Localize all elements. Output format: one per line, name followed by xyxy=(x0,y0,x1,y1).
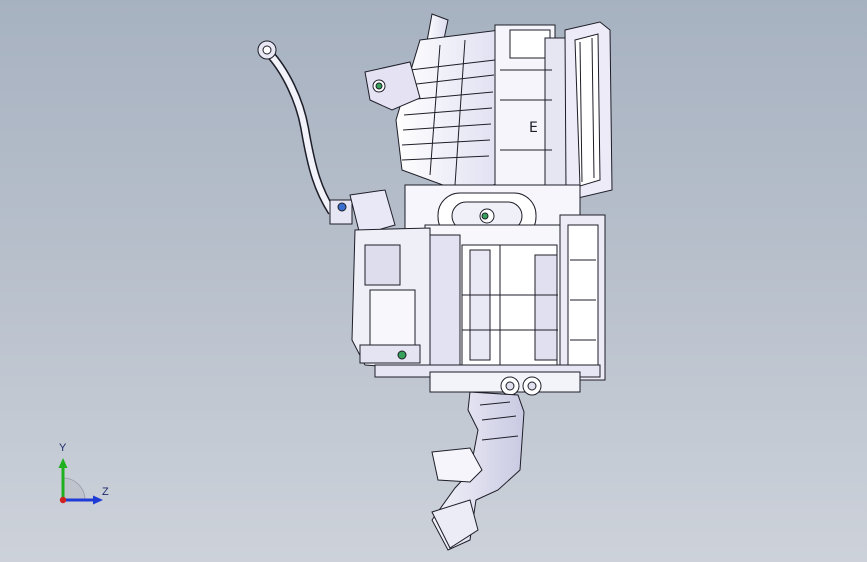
y-axis-label: Y xyxy=(59,442,67,454)
orientation-triad xyxy=(58,458,103,505)
hvac-assembly-model[interactable]: E xyxy=(0,0,867,562)
x-axis-dot xyxy=(59,496,67,504)
graphics-viewport[interactable]: E Y Z xyxy=(0,0,867,562)
drain-duct xyxy=(431,391,525,551)
lower-housing xyxy=(424,214,606,381)
upper-filter-housing xyxy=(364,13,513,196)
hose-cable xyxy=(257,40,353,225)
svg-text:E: E xyxy=(529,120,538,136)
z-axis-label: Z xyxy=(102,486,109,498)
right-frame xyxy=(564,21,613,199)
main-housing-upper: E xyxy=(494,24,571,196)
base-rail xyxy=(374,364,601,396)
left-lower-block xyxy=(351,227,431,371)
